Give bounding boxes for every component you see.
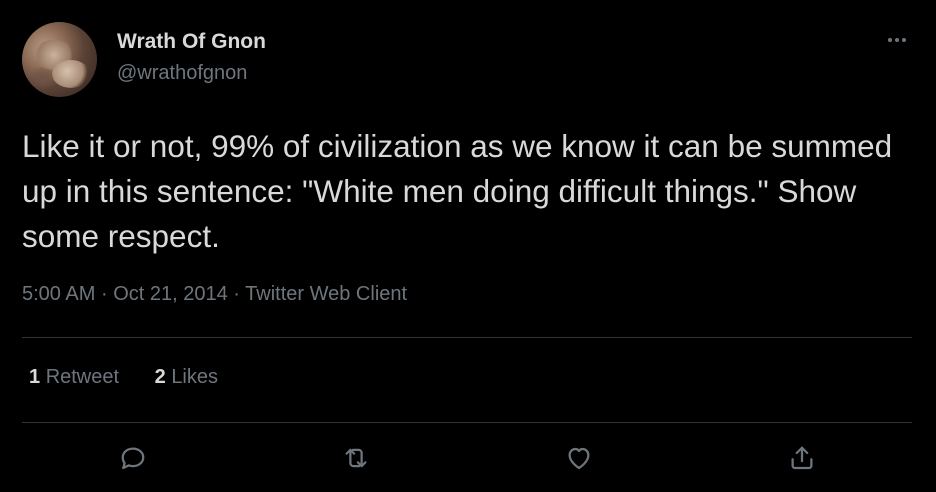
retweet-icon bbox=[345, 448, 367, 468]
tweet-date[interactable]: Oct 21, 2014 bbox=[113, 283, 228, 305]
like-button[interactable] bbox=[561, 440, 597, 476]
divider bbox=[22, 422, 912, 423]
engagement-stats: 1 Retweet 2 Likes bbox=[29, 366, 248, 389]
reply-button[interactable] bbox=[115, 440, 151, 476]
retweets-label: Retweet bbox=[45, 366, 120, 388]
more-options-icon[interactable] bbox=[880, 28, 914, 52]
likes-label: Likes bbox=[171, 366, 219, 388]
share-icon bbox=[791, 446, 813, 470]
author-name[interactable]: Wrath Of Gnon bbox=[117, 30, 266, 54]
reply-icon bbox=[121, 447, 145, 470]
meta-separator: · bbox=[233, 283, 240, 305]
more-dot bbox=[888, 38, 892, 42]
more-dot bbox=[895, 38, 899, 42]
retweet-button[interactable] bbox=[338, 440, 374, 476]
meta-separator: · bbox=[100, 283, 108, 305]
divider bbox=[22, 337, 912, 338]
retweets-count: 1 bbox=[29, 366, 41, 388]
avatar-detail bbox=[27, 67, 57, 89]
tweet-text: Like it or not, 99% of civilization as w… bbox=[22, 128, 893, 254]
avatar-detail bbox=[52, 60, 90, 88]
likes-stat[interactable]: 2 Likes bbox=[155, 366, 218, 388]
avatar[interactable] bbox=[22, 22, 97, 97]
tweet-metadata: 5:00 AM · Oct 21, 2014 · Twitter Web Cli… bbox=[22, 283, 407, 306]
tweet-source[interactable]: Twitter Web Client bbox=[245, 283, 407, 305]
author-handle[interactable]: @wrathofgnon bbox=[117, 62, 247, 85]
tweet-time[interactable]: 5:00 AM bbox=[22, 283, 95, 305]
likes-count: 2 bbox=[154, 366, 166, 388]
share-button[interactable] bbox=[784, 440, 820, 476]
more-dot bbox=[902, 38, 906, 42]
like-icon bbox=[568, 447, 590, 470]
retweets-stat[interactable]: 1 Retweet bbox=[29, 366, 119, 388]
